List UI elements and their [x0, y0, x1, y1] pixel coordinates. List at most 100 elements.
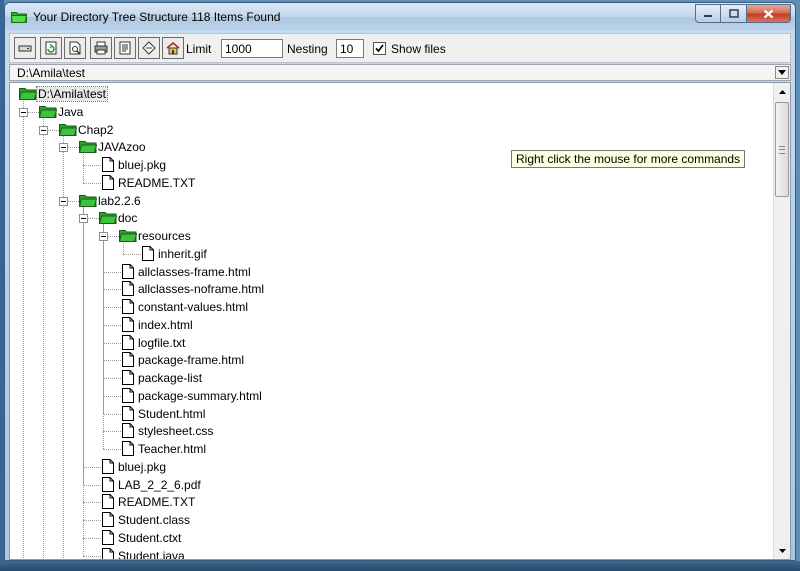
- arrow-up-icon: [778, 89, 786, 94]
- window-title: Your Directory Tree Structure 118 Items …: [33, 10, 281, 24]
- tree-connector: [103, 395, 121, 397]
- nesting-input[interactable]: [336, 39, 364, 58]
- print-button[interactable]: [90, 37, 112, 59]
- show-files-label: Show files: [391, 42, 446, 56]
- stamp-button[interactable]: [138, 37, 160, 59]
- file-icon: [122, 263, 134, 279]
- file-icon: [102, 157, 114, 172]
- tree-node-label: package-frame.html: [138, 353, 245, 368]
- maximize-icon: [728, 9, 739, 18]
- tree-connector: [103, 307, 121, 308]
- tree-connector: [83, 205, 84, 556]
- file-icon: [122, 316, 134, 332]
- tree-connector: [83, 537, 101, 539]
- tree-connector: [103, 378, 121, 379]
- limit-input[interactable]: [221, 39, 283, 58]
- tree-node-label: LAB_2_2_6.pdf: [118, 477, 201, 492]
- file-icon: [122, 352, 134, 368]
- tree-connector: [103, 223, 104, 449]
- vertical-scrollbar[interactable]: [773, 83, 790, 559]
- collapse-toggle[interactable]: [59, 196, 68, 206]
- tree-connector: [83, 484, 101, 486]
- tree-node-label: Student.class: [118, 513, 191, 527]
- tree-connector: [103, 431, 121, 433]
- notes-icon: [119, 41, 131, 55]
- collapse-toggle[interactable]: [59, 143, 68, 153]
- maximize-button[interactable]: [721, 4, 747, 23]
- tree-node-label: stylesheet.css: [138, 424, 214, 439]
- close-icon: [763, 9, 774, 18]
- file-icon: [122, 441, 134, 456]
- path-combobox[interactable]: D:\Amila\test: [9, 64, 791, 81]
- tree-node-label: bluej.pkg: [118, 459, 167, 474]
- tree-node-label: index.html: [138, 317, 193, 332]
- notes-button[interactable]: [114, 37, 136, 59]
- tree-node-label: constant-values.html: [138, 300, 249, 314]
- home-icon: [166, 42, 180, 55]
- tree-node-label: README.TXT: [118, 495, 196, 510]
- tree-node-label: JAVAzoo: [98, 140, 146, 155]
- file-icon: [122, 370, 134, 385]
- tree-node-label: doc: [118, 211, 138, 226]
- toolbar: Limit Nesting Show files: [9, 33, 791, 63]
- folder-icon: [78, 194, 98, 207]
- collapse-toggle[interactable]: [99, 232, 108, 241]
- folder-icon: [98, 212, 118, 225]
- file-icon: [102, 174, 114, 190]
- show-files-checkbox[interactable]: [373, 42, 386, 55]
- app-window: Your Directory Tree Structure 118 Items …: [4, 2, 796, 561]
- tree-connector: [103, 449, 121, 450]
- limit-label: Limit: [186, 42, 212, 56]
- tooltip: Right click the mouse for more commands: [511, 150, 746, 168]
- minimize-icon: [704, 14, 712, 17]
- tree-node-label: README.TXT: [118, 175, 196, 190]
- chevron-down-icon: [778, 70, 786, 75]
- scroll-thumb[interactable]: [775, 102, 789, 197]
- path-dropdown-button[interactable]: [775, 66, 789, 79]
- tree-node-label: package-list: [138, 371, 203, 385]
- file-icon: [122, 387, 134, 403]
- tree-connector: [103, 271, 121, 273]
- tree-connector: [83, 466, 101, 468]
- tree-connector: [83, 502, 101, 504]
- tree-node-label: Student.html: [138, 406, 206, 421]
- collapse-toggle[interactable]: [39, 125, 48, 135]
- caption-buttons: [695, 4, 791, 23]
- scroll-down-button[interactable]: [774, 542, 790, 559]
- tree-connector: [103, 342, 121, 344]
- tree-node-label: Student.java: [118, 548, 185, 560]
- file-icon: [102, 458, 114, 474]
- title-bar[interactable]: Your Directory Tree Structure 118 Items …: [5, 3, 795, 31]
- checkmark-icon: [375, 44, 384, 53]
- folder-icon: [78, 141, 98, 154]
- drive-button[interactable]: [14, 37, 36, 59]
- preview-button[interactable]: [64, 37, 86, 59]
- refresh-button[interactable]: [40, 37, 62, 59]
- file-icon: [102, 476, 114, 492]
- home-button[interactable]: [162, 37, 184, 59]
- tree-node-label: Teacher.html: [138, 442, 207, 456]
- tree-connector: [103, 289, 121, 291]
- collapse-toggle[interactable]: [79, 214, 88, 224]
- tree-node-label: lab2.2.6: [98, 193, 141, 208]
- tree-connector: [103, 324, 121, 326]
- preview-icon: [69, 41, 81, 55]
- close-button[interactable]: [747, 4, 791, 23]
- tree-node-label: allclasses-frame.html: [138, 264, 251, 279]
- scroll-up-button[interactable]: [774, 83, 790, 100]
- collapse-toggle[interactable]: [19, 107, 28, 117]
- file-icon: [142, 245, 154, 261]
- drive-icon: [18, 45, 32, 52]
- file-icon: [122, 334, 134, 350]
- taskbar-strip: [0, 561, 800, 571]
- file-icon: [122, 281, 134, 297]
- minimize-button[interactable]: [695, 4, 721, 23]
- folder-icon: [118, 230, 138, 242]
- file-icon: [102, 512, 114, 527]
- tree-node-label: bluej.pkg: [118, 158, 167, 172]
- stamp-icon: [142, 41, 156, 55]
- path-value: D:\Amila\test: [17, 66, 86, 80]
- folder-icon: [18, 88, 38, 100]
- tree-connector: [63, 200, 64, 559]
- tree-connector: [83, 555, 101, 557]
